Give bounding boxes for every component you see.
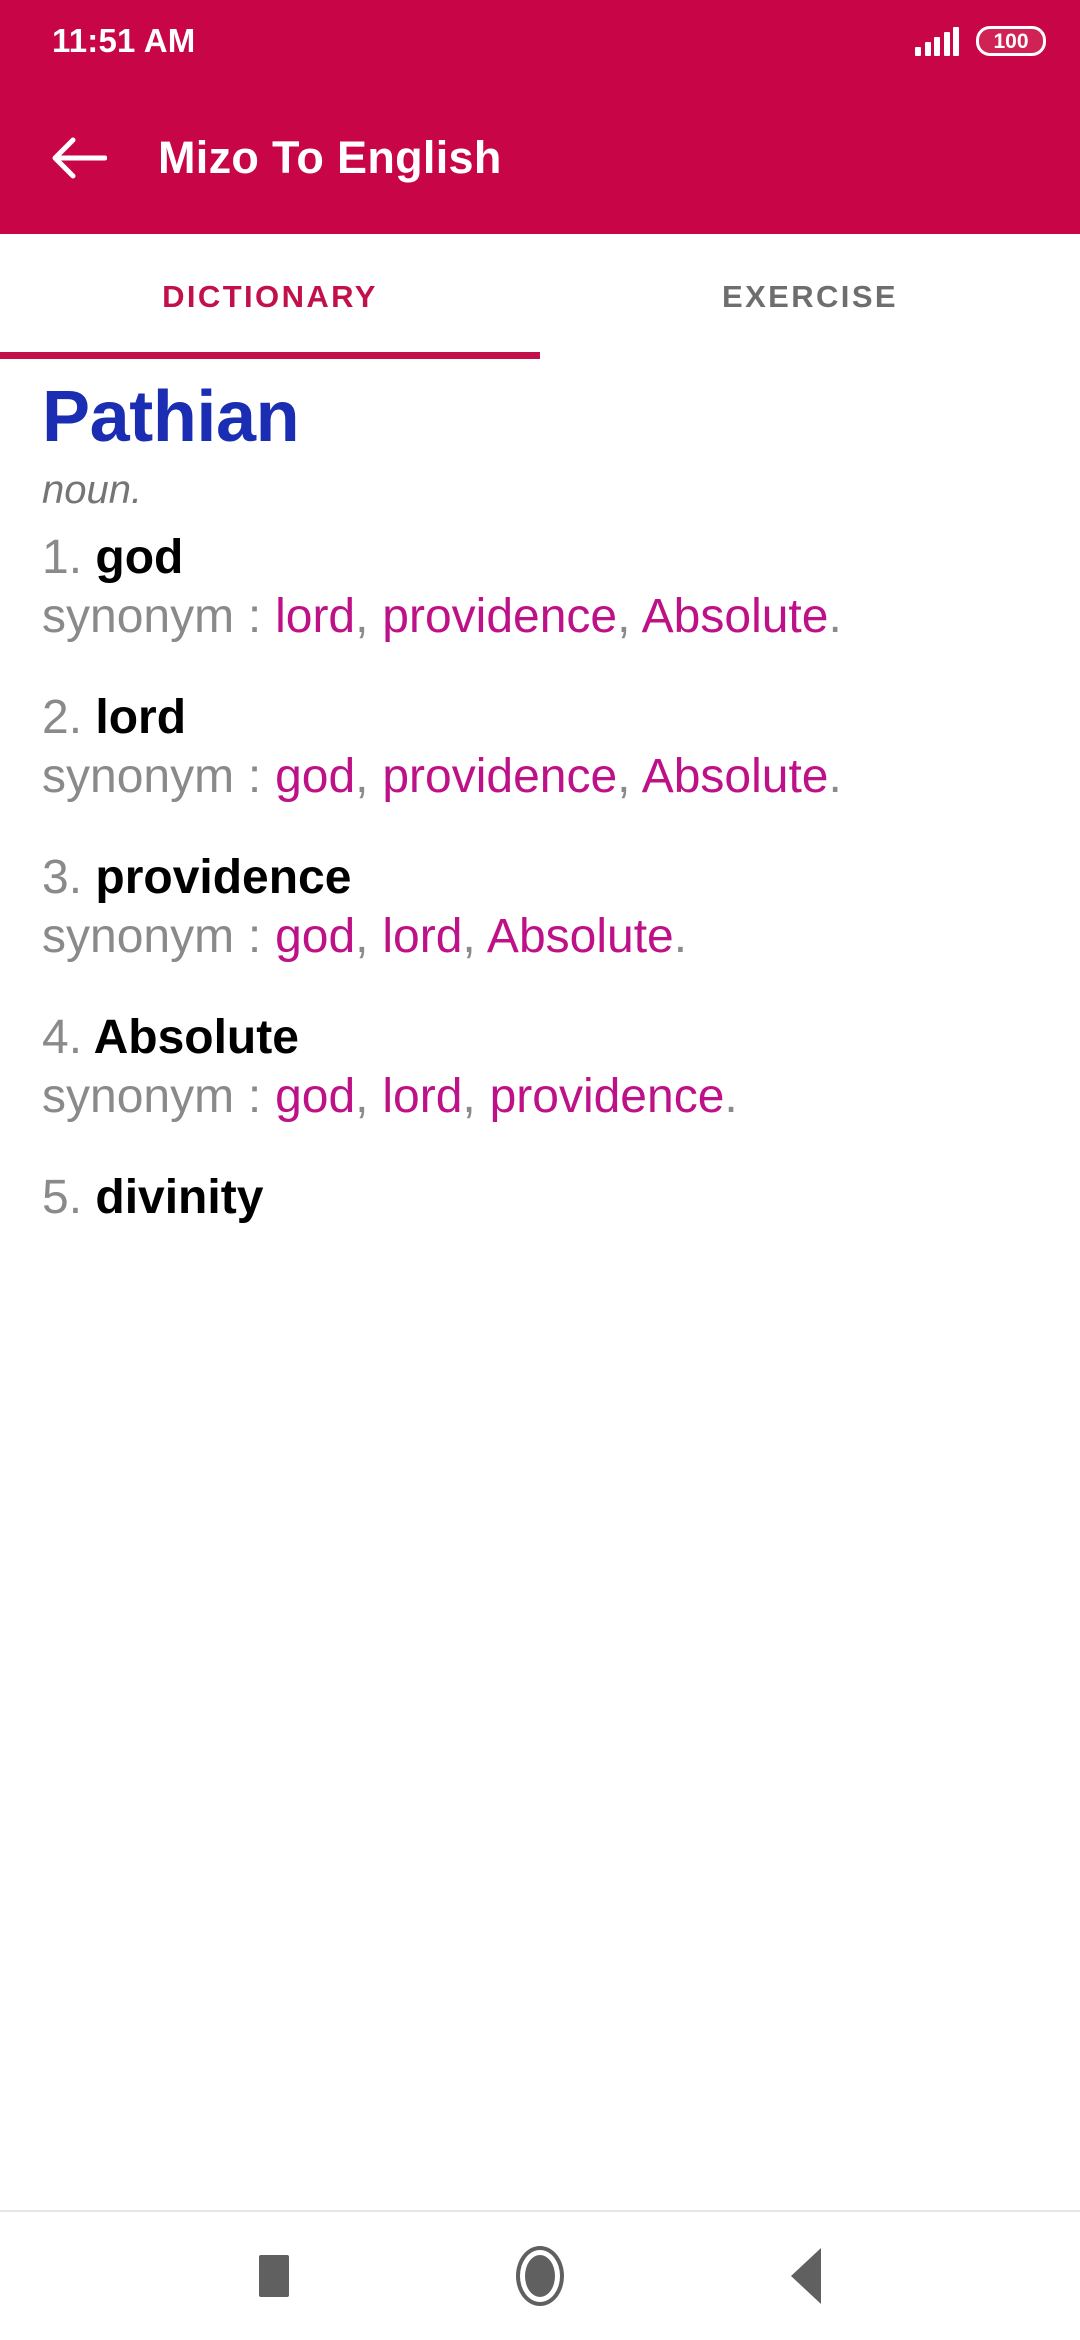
synonym-word[interactable]: Absolute [642,750,829,803]
status-bar: 11:51 AM 100 [0,0,1080,82]
synonym-punctuation: , [617,749,642,803]
synonym-punctuation: , [462,1070,490,1123]
phone-screen: 11:51 AM 100 Mizo To English DICTIONARY … [0,0,1080,2340]
triangle-back-icon[interactable] [768,2238,844,2314]
synonym-punctuation: , [355,1070,383,1123]
sense-term: lord [82,690,187,744]
signal-bars-icon [915,26,959,56]
sense-synonyms: synonym : god, providence, Absolute. [42,749,1044,804]
sense-heading: 3. providence [42,848,1044,909]
synonym-word[interactable]: god [275,750,355,803]
synonym-punctuation: . [724,1070,738,1123]
battery-level-label: 100 [993,29,1029,53]
synonym-word[interactable]: lord [382,910,462,963]
synonym-word[interactable]: god [275,1070,355,1123]
sense-number: 1. [42,530,83,584]
synonym-word[interactable]: lord [275,590,355,643]
sense-synonyms: synonym : lord, providence, Absolute. [42,589,1044,644]
sense-heading: 1. god [42,528,1044,589]
synonym-punctuation: , [355,749,383,803]
sense-number: 5. [42,1171,83,1225]
synonym-label: synonym : [42,589,276,643]
page-title: Mizo To English [158,132,502,183]
square-recents-icon[interactable] [236,2238,312,2314]
sense-term: divinity [82,1171,264,1225]
circle-home-icon[interactable] [502,2238,578,2314]
part-of-speech: noun. [42,467,143,512]
headword: Pathian [42,377,300,457]
sense-number: 2. [42,690,83,744]
synonym-punctuation: . [828,749,842,803]
status-clock: 11:51 AM [52,22,196,59]
tab-bar: DICTIONARY EXERCISE [0,234,1080,359]
sense-entry: 1. god synonym : lord, providence, Absolu… [42,528,1044,644]
synonym-word[interactable]: Absolute [642,590,829,643]
status-indicators: 100 [915,26,1046,56]
synonym-label: synonym : [42,749,276,803]
android-nav-bar [0,2212,1080,2340]
sense-entry: 3. providence synonym : god, lord, Absolu… [42,848,1044,964]
sense-entry: 5. divinity [42,1168,1044,1229]
synonym-word[interactable]: providence [382,590,617,643]
tab-active-indicator [0,352,540,359]
synonym-word[interactable]: Absolute [487,910,674,963]
synonym-punctuation: , [462,909,487,963]
synonym-punctuation: , [355,909,383,963]
sense-term: providence [82,850,352,904]
sense-heading: 4. Absolute [42,1008,1044,1069]
dictionary-content[interactable]: Pathian noun. 1. god synonym : lord, prov… [0,359,1080,2210]
synonym-word[interactable]: providence [382,750,617,803]
sense-entry: 2. lord synonym : god, providence, Absolu… [42,688,1044,804]
sense-list: 1. god synonym : lord, providence, Absolu… [42,528,1044,1230]
sense-synonyms: synonym : god, lord, providence. [42,1069,1044,1124]
sense-term: god [82,530,184,584]
sense-term: Absolute [82,1011,299,1065]
synonym-punctuation: , [617,589,642,643]
back-arrow-icon[interactable] [48,127,110,189]
synonym-punctuation: . [673,909,688,963]
synonym-label: synonym : [42,1070,276,1123]
synonym-word[interactable]: providence [490,1070,725,1123]
sense-heading: 2. lord [42,688,1044,749]
synonym-word[interactable]: god [275,910,355,963]
tab-dictionary[interactable]: DICTIONARY [0,234,540,359]
tab-exercise[interactable]: EXERCISE [540,234,1080,359]
battery-icon: 100 [976,26,1046,56]
synonym-word[interactable]: lord [382,1070,462,1123]
sense-number: 3. [42,850,83,904]
synonym-label: synonym : [42,909,276,963]
app-bar: Mizo To English [0,82,1080,234]
synonym-punctuation: , [355,589,383,643]
sense-entry: 4. Absolute synonym : god, lord, providen… [42,1008,1044,1124]
sense-heading: 5. divinity [42,1168,1044,1229]
synonym-punctuation: . [828,589,842,643]
sense-synonyms: synonym : god, lord, Absolute. [42,909,1044,964]
sense-number: 4. [42,1011,83,1065]
